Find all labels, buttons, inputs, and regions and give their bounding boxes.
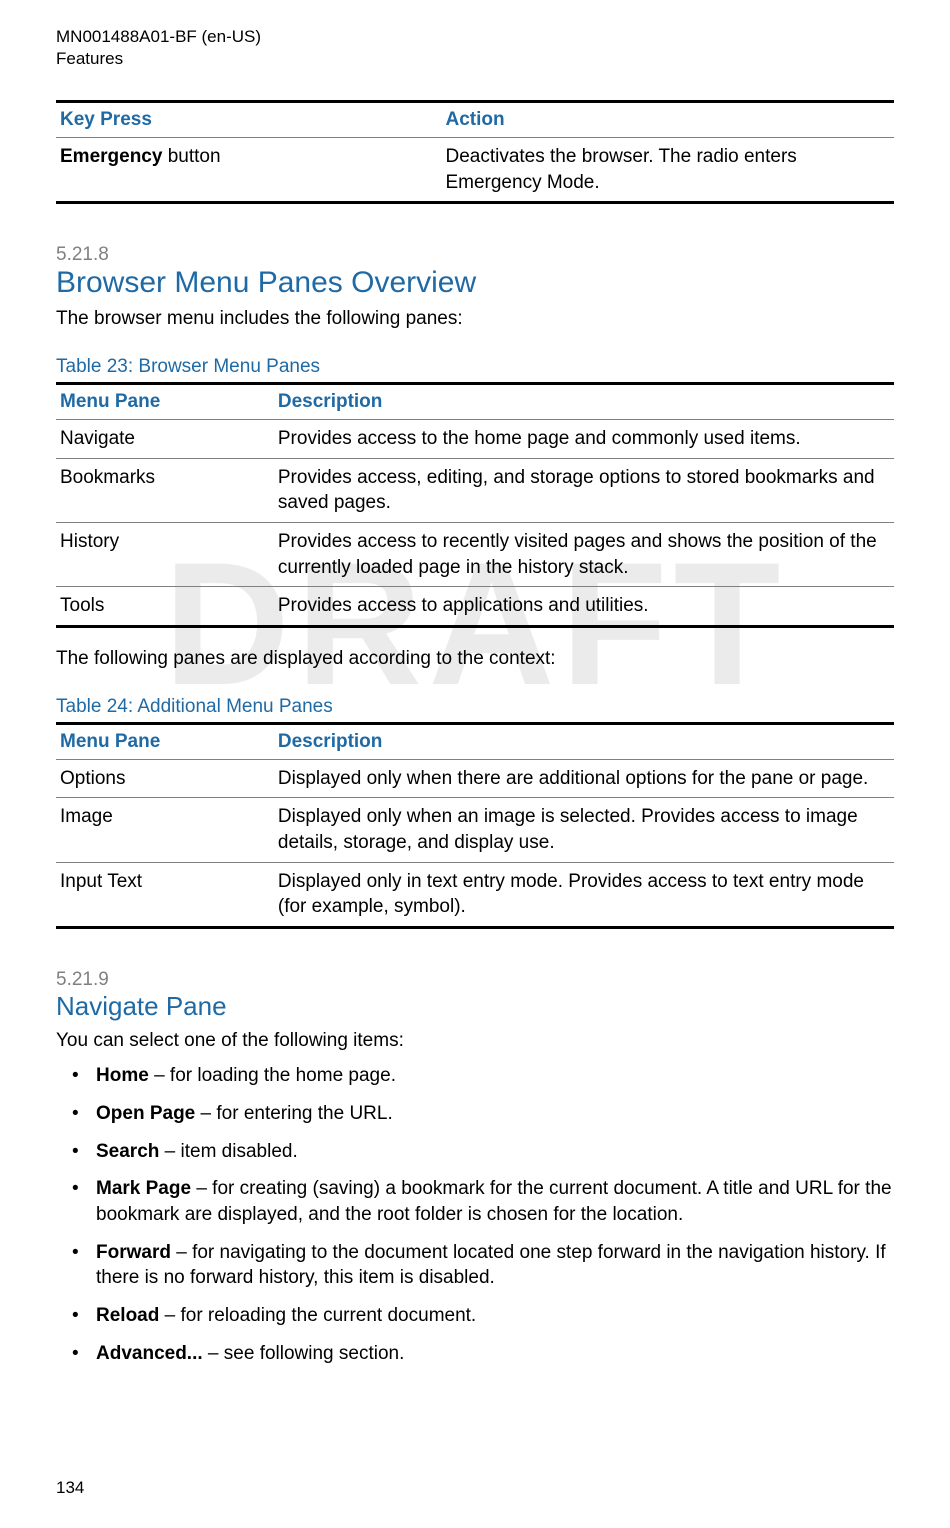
item-label: Forward xyxy=(96,1242,171,1263)
section-title-navigate-pane: Navigate Pane xyxy=(56,991,894,1022)
table24-caption: Table 24: Additional Menu Panes xyxy=(56,696,894,718)
table23-caption: Table 23: Browser Menu Panes xyxy=(56,356,894,378)
cell-key-press: Emergency button xyxy=(56,138,441,203)
cell-desc: Displayed only when an image is selected… xyxy=(274,798,894,862)
cell-action: Deactivates the browser. The radio enter… xyxy=(441,138,894,203)
nav-items-list: Home – for loading the home page. Open P… xyxy=(56,1063,894,1378)
table-row: Options Displayed only when there are ad… xyxy=(56,759,894,798)
table-keypress: Key Press Action Emergency button Deacti… xyxy=(56,100,894,204)
cell-desc: Provides access to the home page and com… xyxy=(274,420,894,459)
item-label: Open Page xyxy=(96,1103,195,1124)
cell-pane: Tools xyxy=(56,587,274,627)
item-rest: – for creating (saving) a bookmark for t… xyxy=(96,1178,892,1225)
cell-pane: Options xyxy=(56,759,274,798)
emergency-label-rest: button xyxy=(162,146,220,167)
section-intro-5-21-8: The browser menu includes the following … xyxy=(56,306,894,332)
table-row: Bookmarks Provides access, editing, and … xyxy=(56,458,894,522)
section-number-5-21-8: 5.21.8 xyxy=(56,244,894,266)
list-item: Advanced... – see following section. xyxy=(78,1341,894,1379)
cell-pane: Navigate xyxy=(56,420,274,459)
list-item: Home – for loading the home page. xyxy=(78,1063,894,1101)
item-rest: – for navigating to the document located… xyxy=(96,1242,886,1289)
header-doc-id: MN001488A01-BF (en-US) xyxy=(56,26,894,48)
th-action: Action xyxy=(441,102,894,138)
table23: Menu Pane Description Navigate Provides … xyxy=(56,382,894,628)
list-item: Open Page – for entering the URL. xyxy=(78,1101,894,1139)
cell-pane: History xyxy=(56,523,274,587)
emergency-label-bold: Emergency xyxy=(60,146,162,167)
header-section-label: Features xyxy=(56,48,894,70)
section-title-browser-menu-panes-overview: Browser Menu Panes Overview xyxy=(56,266,894,300)
item-rest: – for loading the home page. xyxy=(149,1065,396,1086)
list-item: Forward – for navigating to the document… xyxy=(78,1240,894,1303)
cell-desc: Displayed only in text entry mode. Provi… xyxy=(274,862,894,927)
list-item: Search – item disabled. xyxy=(78,1139,894,1177)
between-tables-text: The following panes are displayed accord… xyxy=(56,646,894,672)
cell-desc: Provides access to recently visited page… xyxy=(274,523,894,587)
table-row: Emergency button Deactivates the browser… xyxy=(56,138,894,203)
th-description: Description xyxy=(274,723,894,759)
table-row: History Provides access to recently visi… xyxy=(56,523,894,587)
th-menu-pane: Menu Pane xyxy=(56,723,274,759)
cell-desc: Displayed only when there are additional… xyxy=(274,759,894,798)
table-row: Tools Provides access to applications an… xyxy=(56,587,894,627)
section-intro-5-21-9: You can select one of the following item… xyxy=(56,1028,894,1054)
item-label: Search xyxy=(96,1141,159,1162)
item-label: Reload xyxy=(96,1305,159,1326)
table-row: Input Text Displayed only in text entry … xyxy=(56,862,894,927)
item-rest: – see following section. xyxy=(203,1343,405,1364)
table24: Menu Pane Description Options Displayed … xyxy=(56,722,894,929)
th-key-press: Key Press xyxy=(56,102,441,138)
th-menu-pane: Menu Pane xyxy=(56,384,274,420)
table-row: Navigate Provides access to the home pag… xyxy=(56,420,894,459)
cell-pane: Input Text xyxy=(56,862,274,927)
page-number: 134 xyxy=(56,1478,84,1498)
table-row: Image Displayed only when an image is se… xyxy=(56,798,894,862)
item-label: Advanced... xyxy=(96,1343,203,1364)
cell-desc: Provides access, editing, and storage op… xyxy=(274,458,894,522)
cell-desc: Provides access to applications and util… xyxy=(274,587,894,627)
item-label: Home xyxy=(96,1065,149,1086)
section-number-5-21-9: 5.21.9 xyxy=(56,969,894,991)
cell-pane: Image xyxy=(56,798,274,862)
th-description: Description xyxy=(274,384,894,420)
item-rest: – for reloading the current document. xyxy=(159,1305,476,1326)
cell-pane: Bookmarks xyxy=(56,458,274,522)
list-item: Mark Page – for creating (saving) a book… xyxy=(78,1176,894,1239)
list-item: Reload – for reloading the current docum… xyxy=(78,1303,894,1341)
item-rest: – item disabled. xyxy=(159,1141,297,1162)
item-label: Mark Page xyxy=(96,1178,191,1199)
item-rest: – for entering the URL. xyxy=(195,1103,393,1124)
